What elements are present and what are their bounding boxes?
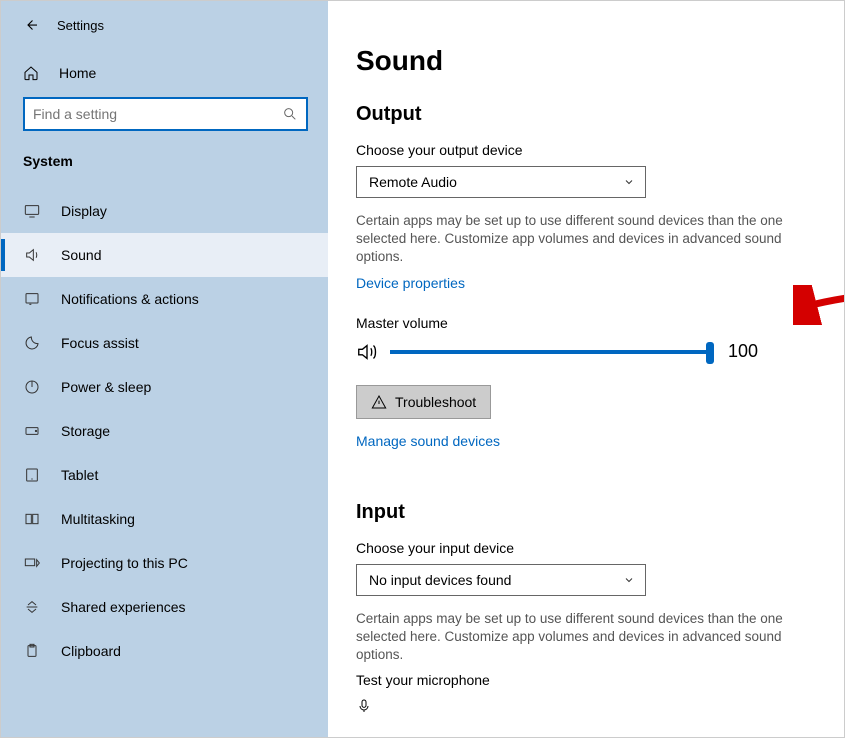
nav-list: Display Sound Notifications & actions Fo…	[1, 189, 328, 673]
volume-slider-row: 100	[356, 341, 820, 363]
manage-devices-link[interactable]: Manage sound devices	[356, 433, 500, 449]
sidebar-item-projecting[interactable]: Projecting to this PC	[1, 541, 328, 585]
settings-window: Settings Home System Display Sound No	[0, 0, 845, 738]
volume-thumb[interactable]	[706, 342, 714, 364]
sidebar-item-label: Notifications & actions	[61, 291, 199, 307]
troubleshoot-label: Troubleshoot	[395, 394, 476, 410]
sidebar-item-focus-assist[interactable]: Focus assist	[1, 321, 328, 365]
sidebar-item-label: Clipboard	[61, 643, 121, 659]
multitasking-icon	[23, 511, 41, 527]
sidebar-item-sound[interactable]: Sound	[1, 233, 328, 277]
sidebar-item-label: Tablet	[61, 467, 98, 483]
sidebar-item-tablet[interactable]: Tablet	[1, 453, 328, 497]
display-icon	[23, 203, 41, 219]
home-label: Home	[59, 65, 96, 81]
output-choose-label: Choose your output device	[356, 142, 820, 158]
sidebar-item-label: Sound	[61, 247, 101, 263]
sidebar-item-label: Power & sleep	[61, 379, 151, 395]
sidebar-item-label: Projecting to this PC	[61, 555, 188, 571]
input-heading: Input	[356, 501, 820, 524]
notifications-icon	[23, 291, 41, 307]
speaker-icon	[356, 341, 378, 363]
sidebar-item-label: Storage	[61, 423, 110, 439]
section-header: System	[1, 149, 328, 189]
sidebar-item-notifications[interactable]: Notifications & actions	[1, 277, 328, 321]
output-device-selected: Remote Audio	[369, 174, 457, 190]
troubleshoot-button[interactable]: Troubleshoot	[356, 385, 491, 419]
microphone-icon	[356, 698, 372, 714]
sidebar-item-power-sleep[interactable]: Power & sleep	[1, 365, 328, 409]
content-pane: Sound Output Choose your output device R…	[328, 1, 844, 737]
sidebar-item-clipboard[interactable]: Clipboard	[1, 629, 328, 673]
titlebar: Settings	[1, 9, 328, 47]
clipboard-icon	[23, 643, 41, 659]
search-input[interactable]	[33, 106, 282, 122]
chevron-down-icon	[623, 574, 635, 586]
input-section: Input Choose your input device No input …	[356, 501, 820, 715]
sidebar-item-display[interactable]: Display	[1, 189, 328, 233]
back-button[interactable]	[19, 13, 43, 37]
volume-value: 100	[728, 341, 758, 362]
search-box[interactable]	[23, 97, 308, 131]
sidebar-item-label: Shared experiences	[61, 599, 186, 615]
sidebar: Settings Home System Display Sound No	[1, 1, 328, 737]
output-desc: Certain apps may be set up to use differ…	[356, 212, 816, 267]
warning-icon	[371, 394, 387, 410]
output-heading: Output	[356, 103, 820, 126]
output-device-dropdown[interactable]: Remote Audio	[356, 166, 646, 198]
home-icon	[23, 65, 41, 81]
sound-icon	[23, 247, 41, 263]
input-choose-label: Choose your input device	[356, 540, 820, 556]
projecting-icon	[23, 555, 41, 571]
arrow-left-icon	[22, 16, 40, 34]
chevron-down-icon	[623, 176, 635, 188]
storage-icon	[23, 423, 41, 439]
input-device-selected: No input devices found	[369, 572, 511, 588]
search-icon	[282, 106, 298, 122]
mic-test-row	[356, 698, 820, 714]
input-device-dropdown[interactable]: No input devices found	[356, 564, 646, 596]
sidebar-item-shared-exp[interactable]: Shared experiences	[1, 585, 328, 629]
sidebar-item-storage[interactable]: Storage	[1, 409, 328, 453]
sidebar-item-label: Display	[61, 203, 107, 219]
volume-slider[interactable]	[390, 350, 710, 354]
shared-icon	[23, 599, 41, 615]
tablet-icon	[23, 467, 41, 483]
sidebar-item-multitasking[interactable]: Multitasking	[1, 497, 328, 541]
power-icon	[23, 379, 41, 395]
app-title: Settings	[57, 18, 104, 33]
master-volume-label: Master volume	[356, 315, 820, 331]
focus-assist-icon	[23, 335, 41, 351]
device-properties-link[interactable]: Device properties	[356, 275, 465, 291]
sidebar-item-label: Focus assist	[61, 335, 139, 351]
home-nav[interactable]: Home	[1, 47, 328, 97]
page-title: Sound	[356, 45, 820, 77]
sidebar-item-label: Multitasking	[61, 511, 135, 527]
test-mic-label: Test your microphone	[356, 672, 820, 688]
input-desc: Certain apps may be set up to use differ…	[356, 610, 816, 665]
